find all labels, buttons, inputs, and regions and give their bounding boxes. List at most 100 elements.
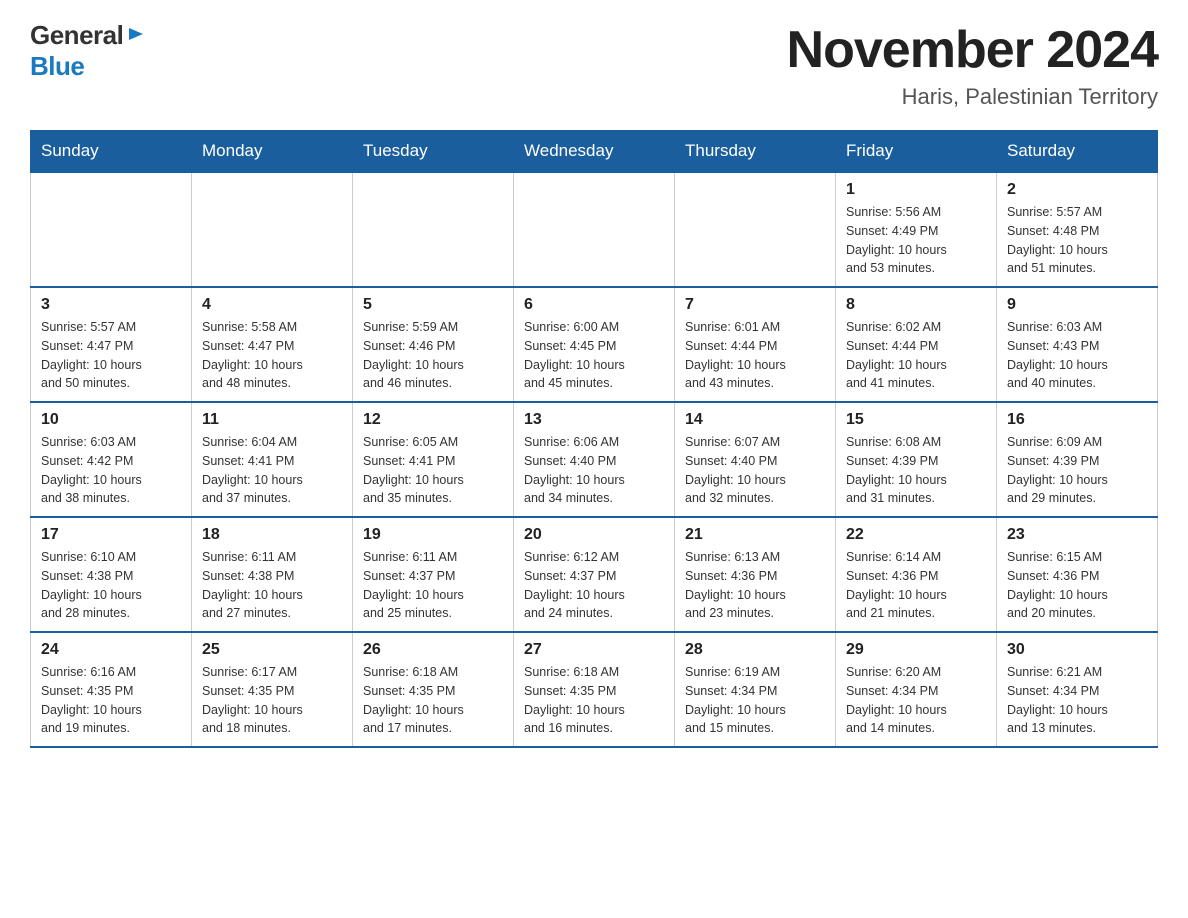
calendar-cell: 16 Sunrise: 6:09 AMSunset: 4:39 PMDayligh…: [997, 402, 1158, 517]
calendar-cell: 27Sunrise: 6:18 AMSunset: 4:35 PMDayligh…: [514, 632, 675, 747]
day-info: Sunrise: 6:09 AMSunset: 4:39 PMDaylight:…: [1007, 433, 1147, 508]
day-number: 12: [363, 411, 503, 429]
calendar-cell: 18Sunrise: 6:11 AMSunset: 4:38 PMDayligh…: [192, 517, 353, 632]
day-number: 29: [846, 641, 986, 659]
day-info: Sunrise: 6:05 AMSunset: 4:41 PMDaylight:…: [363, 433, 503, 508]
day-number: 1: [846, 181, 986, 199]
day-number: 22: [846, 526, 986, 544]
day-info: Sunrise: 6:13 AMSunset: 4:36 PMDaylight:…: [685, 548, 825, 623]
calendar-cell: [675, 172, 836, 287]
day-number: 19: [363, 526, 503, 544]
calendar-cell: 26 Sunrise: 6:18 AMSunset: 4:35 PMDayligh…: [353, 632, 514, 747]
day-info: Sunrise: 6:20 AMSunset: 4:34 PMDaylight:…: [846, 663, 986, 738]
day-number: 13: [524, 411, 664, 429]
day-number: 28: [685, 641, 825, 659]
day-number: 9: [1007, 296, 1147, 314]
calendar-header-row: Sunday Monday Tuesday Wednesday Thursday…: [31, 131, 1158, 173]
day-info: Sunrise: 5:59 AMSunset: 4:46 PMDaylight:…: [363, 318, 503, 393]
day-info: Sunrise: 5:58 AMSunset: 4:47 PMDaylight:…: [202, 318, 342, 393]
header-saturday: Saturday: [997, 131, 1158, 173]
header-friday: Friday: [836, 131, 997, 173]
day-info: Sunrise: 6:08 AMSunset: 4:39 PMDaylight:…: [846, 433, 986, 508]
day-number: 3: [41, 296, 181, 314]
month-title: November 2024: [787, 20, 1158, 80]
day-info: Sunrise: 6:06 AMSunset: 4:40 PMDaylight:…: [524, 433, 664, 508]
day-info: Sunrise: 6:19 AMSunset: 4:34 PMDaylight:…: [685, 663, 825, 738]
day-number: 14: [685, 411, 825, 429]
location-title: Haris, Palestinian Territory: [787, 84, 1158, 110]
logo: General Blue: [30, 20, 143, 82]
day-info: Sunrise: 6:16 AMSunset: 4:35 PMDaylight:…: [41, 663, 181, 738]
day-number: 24: [41, 641, 181, 659]
calendar-cell: 5 Sunrise: 5:59 AMSunset: 4:46 PMDaylight…: [353, 287, 514, 402]
calendar-cell: [514, 172, 675, 287]
day-info: Sunrise: 6:03 AMSunset: 4:43 PMDaylight:…: [1007, 318, 1147, 393]
day-info: Sunrise: 6:07 AMSunset: 4:40 PMDaylight:…: [685, 433, 825, 508]
day-info: Sunrise: 6:02 AMSunset: 4:44 PMDaylight:…: [846, 318, 986, 393]
day-info: Sunrise: 6:18 AMSunset: 4:35 PMDaylight:…: [363, 663, 503, 738]
calendar-cell: 20Sunrise: 6:12 AMSunset: 4:37 PMDayligh…: [514, 517, 675, 632]
day-info: Sunrise: 6:14 AMSunset: 4:36 PMDaylight:…: [846, 548, 986, 623]
calendar-week-row: 24 Sunrise: 6:16 AMSunset: 4:35 PMDayligh…: [31, 632, 1158, 747]
calendar-cell: 2Sunrise: 5:57 AMSunset: 4:48 PMDaylight…: [997, 172, 1158, 287]
calendar-cell: 19 Sunrise: 6:11 AMSunset: 4:37 PMDayligh…: [353, 517, 514, 632]
calendar-cell: 3Sunrise: 5:57 AMSunset: 4:47 PMDaylight…: [31, 287, 192, 402]
calendar-cell: 23Sunrise: 6:15 AMSunset: 4:36 PMDayligh…: [997, 517, 1158, 632]
calendar-cell: 21 Sunrise: 6:13 AMSunset: 4:36 PMDayligh…: [675, 517, 836, 632]
day-number: 4: [202, 296, 342, 314]
calendar-cell: 13 Sunrise: 6:06 AMSunset: 4:40 PMDayligh…: [514, 402, 675, 517]
page-header: General Blue November 2024 Haris, Palest…: [30, 20, 1158, 110]
calendar-week-row: 17 Sunrise: 6:10 AMSunset: 4:38 PMDayligh…: [31, 517, 1158, 632]
title-section: November 2024 Haris, Palestinian Territo…: [787, 20, 1158, 110]
logo-blue-text: Blue: [30, 51, 84, 82]
calendar-cell: 22 Sunrise: 6:14 AMSunset: 4:36 PMDayligh…: [836, 517, 997, 632]
day-info: Sunrise: 6:15 AMSunset: 4:36 PMDaylight:…: [1007, 548, 1147, 623]
day-info: Sunrise: 6:21 AMSunset: 4:34 PMDaylight:…: [1007, 663, 1147, 738]
day-number: 6: [524, 296, 664, 314]
header-thursday: Thursday: [675, 131, 836, 173]
day-number: 21: [685, 526, 825, 544]
calendar-cell: 25Sunrise: 6:17 AMSunset: 4:35 PMDayligh…: [192, 632, 353, 747]
day-number: 26: [363, 641, 503, 659]
header-wednesday: Wednesday: [514, 131, 675, 173]
calendar-table: Sunday Monday Tuesday Wednesday Thursday…: [30, 130, 1158, 748]
header-sunday: Sunday: [31, 131, 192, 173]
day-info: Sunrise: 6:11 AMSunset: 4:37 PMDaylight:…: [363, 548, 503, 623]
calendar-cell: [192, 172, 353, 287]
day-info: Sunrise: 6:03 AMSunset: 4:42 PMDaylight:…: [41, 433, 181, 508]
calendar-cell: 15 Sunrise: 6:08 AMSunset: 4:39 PMDayligh…: [836, 402, 997, 517]
day-number: 18: [202, 526, 342, 544]
day-info: Sunrise: 6:01 AMSunset: 4:44 PMDaylight:…: [685, 318, 825, 393]
calendar-cell: 30 Sunrise: 6:21 AMSunset: 4:34 PMDayligh…: [997, 632, 1158, 747]
day-number: 2: [1007, 181, 1147, 199]
day-number: 10: [41, 411, 181, 429]
calendar-cell: 1 Sunrise: 5:56 AMSunset: 4:49 PMDaylight…: [836, 172, 997, 287]
day-number: 8: [846, 296, 986, 314]
calendar-cell: 17 Sunrise: 6:10 AMSunset: 4:38 PMDayligh…: [31, 517, 192, 632]
day-number: 5: [363, 296, 503, 314]
header-monday: Monday: [192, 131, 353, 173]
day-info: Sunrise: 6:12 AMSunset: 4:37 PMDaylight:…: [524, 548, 664, 623]
day-info: Sunrise: 5:56 AMSunset: 4:49 PMDaylight:…: [846, 203, 986, 278]
logo-triangle-icon: [125, 26, 143, 44]
day-number: 27: [524, 641, 664, 659]
calendar-week-row: 1 Sunrise: 5:56 AMSunset: 4:49 PMDaylight…: [31, 172, 1158, 287]
calendar-cell: 6Sunrise: 6:00 AMSunset: 4:45 PMDaylight…: [514, 287, 675, 402]
calendar-cell: 28 Sunrise: 6:19 AMSunset: 4:34 PMDayligh…: [675, 632, 836, 747]
calendar-week-row: 10 Sunrise: 6:03 AMSunset: 4:42 PMDayligh…: [31, 402, 1158, 517]
calendar-cell: 4 Sunrise: 5:58 AMSunset: 4:47 PMDaylight…: [192, 287, 353, 402]
day-number: 17: [41, 526, 181, 544]
day-number: 7: [685, 296, 825, 314]
calendar-cell: 9 Sunrise: 6:03 AMSunset: 4:43 PMDaylight…: [997, 287, 1158, 402]
calendar-cell: 11Sunrise: 6:04 AMSunset: 4:41 PMDayligh…: [192, 402, 353, 517]
calendar-cell: 8 Sunrise: 6:02 AMSunset: 4:44 PMDaylight…: [836, 287, 997, 402]
day-number: 15: [846, 411, 986, 429]
calendar-cell: 29 Sunrise: 6:20 AMSunset: 4:34 PMDayligh…: [836, 632, 997, 747]
calendar-cell: [31, 172, 192, 287]
day-number: 11: [202, 411, 342, 429]
day-number: 16: [1007, 411, 1147, 429]
calendar-cell: [353, 172, 514, 287]
day-info: Sunrise: 6:10 AMSunset: 4:38 PMDaylight:…: [41, 548, 181, 623]
day-number: 30: [1007, 641, 1147, 659]
calendar-cell: 10 Sunrise: 6:03 AMSunset: 4:42 PMDayligh…: [31, 402, 192, 517]
